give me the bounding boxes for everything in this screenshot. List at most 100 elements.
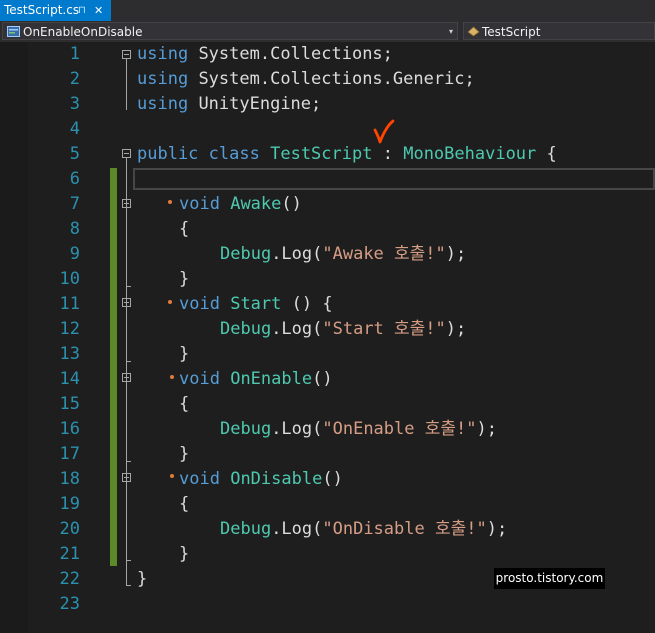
code-line[interactable]: 21 } [0, 542, 655, 567]
class-dropdown[interactable]: TestScript [463, 22, 655, 40]
punctuation: } [179, 544, 190, 564]
line-number: 16 [59, 419, 80, 439]
line-number: 17 [59, 444, 80, 464]
punctuation: ); [445, 244, 467, 264]
code-line[interactable]: 17 } [0, 442, 655, 467]
punctuation: { [179, 494, 190, 514]
code-line[interactable]: 15 { [0, 392, 655, 417]
code-line[interactable]: 13 } [0, 342, 655, 367]
code-text: Debug.Log("Awake 호출!"); [220, 242, 466, 267]
punctuation: { [179, 219, 190, 239]
class-icon [467, 26, 480, 37]
pin-icon[interactable]: ⊓ [78, 0, 86, 21]
line-number: 21 [59, 544, 80, 564]
method-call: .Log( [271, 319, 323, 339]
line-number: 9 [69, 244, 80, 264]
line-number: 14 [59, 369, 80, 389]
class-name: TestScript [270, 144, 373, 164]
line-number: 23 [59, 594, 80, 614]
project-dropdown-label: OnEnableOnDisable [23, 25, 143, 39]
class-name: Debug [220, 244, 272, 264]
keyword: using [137, 44, 189, 64]
line-number: 19 [59, 494, 80, 514]
punctuation: } [179, 444, 190, 464]
code-line[interactable]: 18 void OnDisable() [0, 467, 655, 492]
method-name: OnEnable [230, 369, 313, 389]
code-line[interactable]: 23 [0, 592, 655, 617]
code-text: public class TestScript : MonoBehaviour … [137, 142, 557, 167]
code-line[interactable]: 20 Debug.Log("OnDisable 호출!"); [0, 517, 655, 542]
class-name: Debug [220, 519, 272, 539]
code-line[interactable]: 5 public class TestScript : MonoBehaviou… [0, 142, 655, 167]
close-icon[interactable]: ✕ [94, 0, 103, 21]
project-dropdown[interactable]: OnEnableOnDisable ▾ [2, 22, 458, 40]
code-line[interactable]: 6 [0, 167, 655, 192]
code-line[interactable]: 1 using System.Collections; [0, 42, 655, 67]
code-line[interactable]: 14 void OnEnable() [0, 367, 655, 392]
punctuation: : [382, 144, 393, 164]
code-text: } [137, 567, 147, 592]
code-text: using System.Collections.Generic; [137, 67, 475, 92]
code-line[interactable]: 8 { [0, 217, 655, 242]
code-line[interactable]: 9 Debug.Log("Awake 호출!"); [0, 242, 655, 267]
line-number: 12 [59, 319, 80, 339]
navigation-bar: OnEnableOnDisable ▾ TestScript [0, 21, 655, 43]
keyword: void [179, 369, 220, 389]
keyword: public [137, 144, 199, 164]
code-line[interactable]: 11 void Start () { [0, 292, 655, 317]
line-number: 8 [69, 219, 80, 239]
code-line[interactable]: 7 void Awake() [0, 192, 655, 217]
code-line[interactable]: 10 } [0, 267, 655, 292]
punctuation: ); [476, 419, 497, 439]
code-line[interactable]: 2 using System.Collections.Generic; [0, 67, 655, 92]
method-call: .Log( [271, 419, 323, 439]
punctuation: { [179, 394, 190, 414]
method-call: .Log( [271, 519, 323, 539]
code-text: } [179, 442, 189, 467]
code-text: Debug.Log("OnEnable 호출!"); [220, 417, 497, 442]
code-editor[interactable]: 1 using System.Collections; 2 using Syst… [0, 42, 655, 633]
base-class-name: MonoBehaviour [403, 144, 537, 164]
line-number: 1 [69, 44, 80, 64]
code-line[interactable]: 12 Debug.Log("Start 호출!"); [0, 317, 655, 342]
class-dropdown-label: TestScript [482, 25, 541, 39]
line-number: 11 [59, 294, 80, 314]
tab-label: TestScript.cs [4, 3, 80, 17]
namespace: UnityEngine; [198, 94, 322, 114]
punctuation: () { [291, 294, 333, 314]
class-name: Debug [220, 319, 272, 339]
punctuation: { [546, 144, 557, 164]
code-line[interactable]: 4 [0, 117, 655, 142]
keyword: class [208, 144, 260, 164]
code-text: using System.Collections; [137, 42, 393, 67]
code-text: } [179, 542, 189, 567]
tab-bar: TestScript.cs ⊓ ✕ [0, 0, 655, 23]
string-literal: "OnDisable 호출!" [322, 519, 487, 539]
punctuation: () [281, 194, 302, 214]
method-name: OnDisable [230, 469, 323, 489]
line-number: 20 [59, 519, 80, 539]
line-number: 6 [69, 169, 80, 189]
method-name: Awake [230, 194, 282, 214]
code-text: { [179, 217, 189, 242]
code-line[interactable]: 19 { [0, 492, 655, 517]
tab-testscript[interactable]: TestScript.cs ⊓ ✕ [0, 0, 111, 21]
string-literal: "Start 호출!" [322, 319, 446, 339]
method-name: Start [230, 294, 282, 314]
line-number: 5 [69, 144, 80, 164]
code-text: { [179, 492, 189, 517]
code-line[interactable]: 16 Debug.Log("OnEnable 호출!"); [0, 417, 655, 442]
checkmark-annotation-icon [373, 119, 395, 144]
code-line[interactable]: 3 using UnityEngine; [0, 92, 655, 117]
keyword: using [137, 94, 189, 114]
line-number: 15 [59, 394, 80, 414]
code-text: } [179, 267, 189, 292]
keyword: void [179, 469, 220, 489]
method-call: .Log( [271, 244, 323, 264]
namespace: System.Collections.Generic; [198, 69, 475, 89]
line-number: 18 [59, 469, 80, 489]
line-number: 13 [59, 344, 80, 364]
punctuation: } [137, 569, 148, 589]
code-text: Debug.Log("OnDisable 호출!"); [220, 517, 507, 542]
line-number: 7 [69, 194, 80, 214]
